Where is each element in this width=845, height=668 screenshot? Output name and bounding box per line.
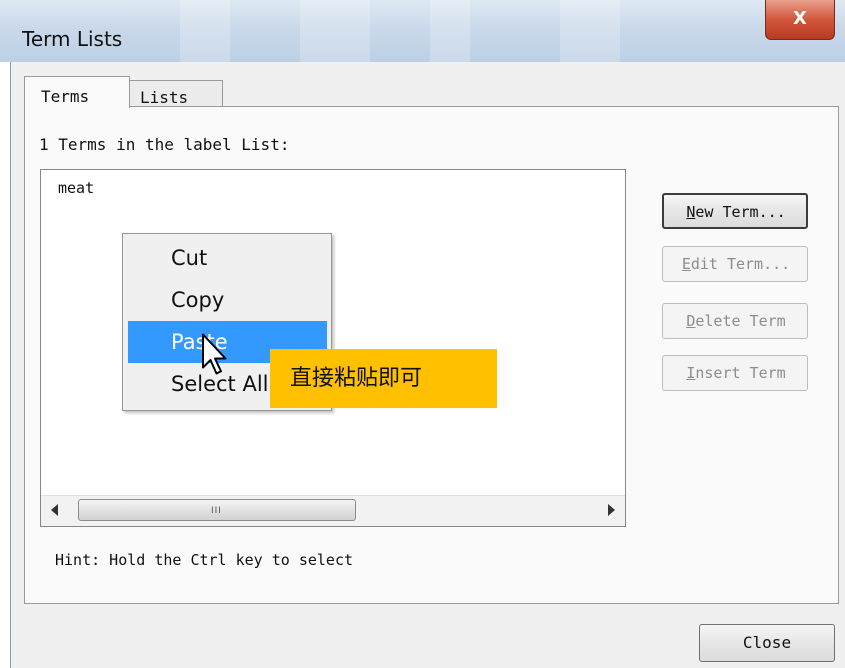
tab-lists[interactable]: Lists <box>129 80 223 107</box>
cursor-icon <box>202 333 227 375</box>
window-title: Term Lists <box>22 27 123 51</box>
edit-term-label: dit Term... <box>690 255 791 273</box>
delete-term-label: elete Term <box>695 312 786 330</box>
new-term-button[interactable]: New Term... <box>662 193 808 229</box>
annotation-callout: 直接粘贴即可 <box>270 349 497 408</box>
delete-term-button[interactable]: Delete Term <box>662 303 808 339</box>
title-bar: Term Lists X <box>0 0 845 62</box>
insert-term-label: nsert Term <box>695 364 786 382</box>
delete-term-accel: D <box>686 312 696 330</box>
arrow-left-icon[interactable] <box>51 504 58 516</box>
term-count-label: 1 Terms in the label List: <box>39 135 290 154</box>
insert-term-accel: I <box>686 364 696 382</box>
new-term-label: ew Term... <box>695 203 786 221</box>
scrollbar-thumb[interactable]: III <box>78 499 356 521</box>
scrollbar-grip: III <box>211 506 222 516</box>
edit-term-button[interactable]: Edit Term... <box>662 246 808 282</box>
edit-term-accel: E <box>681 255 691 273</box>
arrow-right-icon[interactable] <box>608 504 615 516</box>
menu-item-cut[interactable]: Cut <box>123 237 331 279</box>
horizontal-scrollbar[interactable]: III <box>41 495 625 526</box>
insert-term-button[interactable]: Insert Term <box>662 355 808 391</box>
new-term-accel: N <box>686 203 696 221</box>
hint-text: Hint: Hold the Ctrl key to select <box>55 551 354 569</box>
tab-terms[interactable]: Terms <box>24 76 130 108</box>
close-icon: X <box>793 8 807 29</box>
menu-item-copy[interactable]: Copy <box>123 279 331 321</box>
list-item[interactable]: meat <box>58 179 94 197</box>
close-button[interactable]: Close <box>699 624 835 662</box>
window-close-button[interactable]: X <box>765 0 835 40</box>
